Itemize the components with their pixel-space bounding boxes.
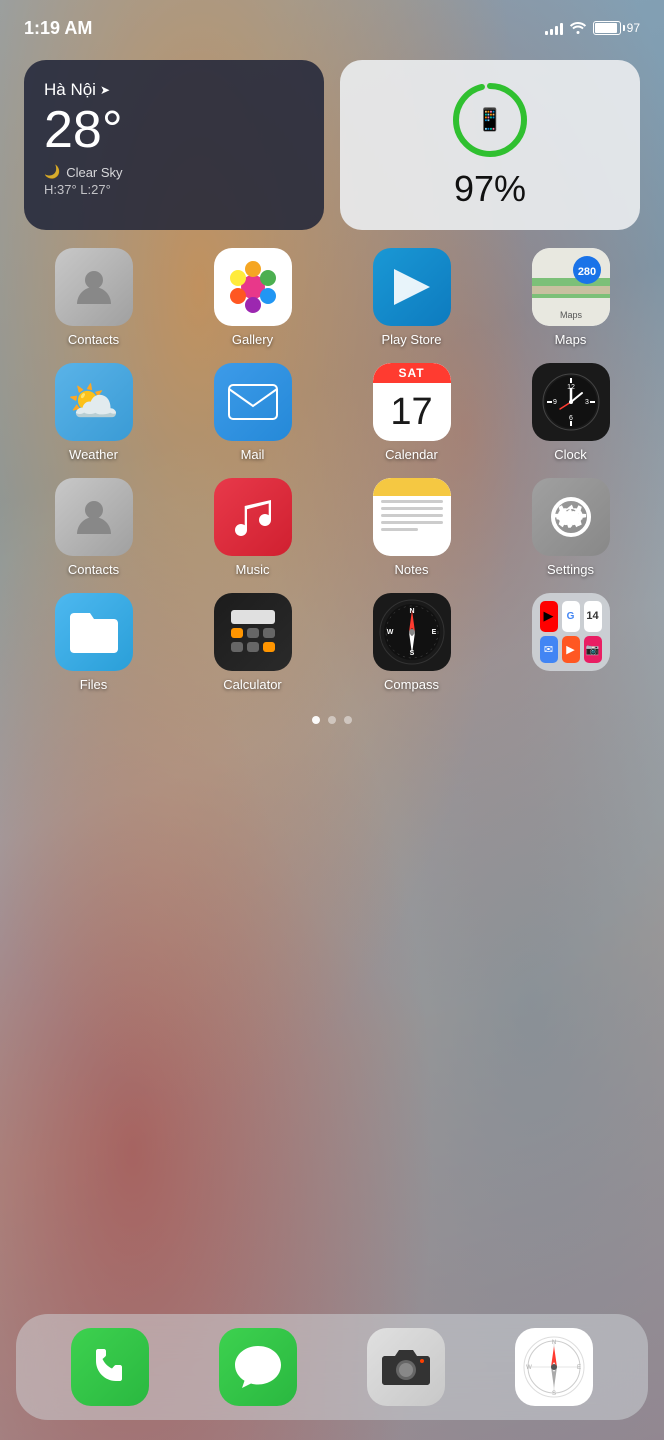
battery-percentage: 97% (454, 168, 526, 210)
playstore-label: Play Store (382, 332, 442, 347)
weather-city: Hà Nội ➤ (44, 80, 304, 100)
wifi-icon (569, 20, 587, 37)
compass-label: Compass (384, 677, 439, 692)
dock: N S E W (16, 1314, 648, 1420)
status-time: 1:19 AM (24, 18, 92, 39)
status-icons: 97 (545, 20, 640, 37)
weather-icon: ⛅ (55, 363, 133, 441)
app-google-folder[interactable]: ▶ G 14 ✉ ▶ 📷 (491, 593, 650, 692)
svg-text:N: N (552, 1340, 556, 1346)
notes-label: Notes (395, 562, 429, 577)
svg-text:280: 280 (577, 266, 595, 278)
app-mail[interactable]: Mail (173, 363, 332, 462)
home-screen: 1:19 AM 97 (0, 0, 664, 1440)
battery-text: 97 (627, 21, 640, 35)
app-calculator[interactable]: Calculator (173, 593, 332, 692)
moon-icon: 🌙 (44, 164, 60, 180)
maps-label: Maps (555, 332, 587, 347)
app-notes[interactable]: Notes (332, 478, 491, 577)
music-label: Music (236, 562, 270, 577)
phone-outline-icon: 📱 (476, 107, 503, 133)
app-contacts[interactable]: Contacts (14, 248, 173, 347)
app-compass[interactable]: N S E W Compass (332, 593, 491, 692)
calculator-icon (214, 593, 292, 671)
svg-text:W: W (386, 629, 393, 636)
gallery-label: Gallery (232, 332, 273, 347)
app-settings[interactable]: Settings (491, 478, 650, 577)
contacts-label: Contacts (68, 332, 119, 347)
weather-label: Weather (69, 447, 118, 462)
app-maps[interactable]: 280 Maps Maps (491, 248, 650, 347)
svg-text:E: E (577, 1365, 581, 1371)
battery-widget[interactable]: 📱 97% (340, 60, 640, 230)
clock-icon: 12 3 6 9 (532, 363, 610, 441)
dock-camera[interactable] (367, 1328, 445, 1406)
dock-phone[interactable] (71, 1328, 149, 1406)
app-contacts2[interactable]: Contacts (14, 478, 173, 577)
svg-text:3: 3 (585, 399, 589, 406)
apps-grid: Contacts Gallery (14, 248, 650, 692)
app-files[interactable]: Files (14, 593, 173, 692)
svg-text:W: W (526, 1365, 532, 1371)
page-dots (0, 692, 664, 740)
maps-icon: 280 Maps (532, 248, 610, 326)
apps-area: Contacts Gallery (0, 238, 664, 692)
signal-icon (545, 21, 563, 35)
app-calendar[interactable]: SAT 17 Calendar (332, 363, 491, 462)
calendar-icon: SAT 17 (373, 363, 451, 441)
mail-label: Mail (241, 447, 265, 462)
app-gallery[interactable]: Gallery (173, 248, 332, 347)
weather-hl: H:37° L:27° (44, 182, 304, 197)
music-icon (214, 478, 292, 556)
safari-icon: N S E W (515, 1328, 593, 1406)
app-clock[interactable]: 12 3 6 9 Clock (491, 363, 650, 462)
page-dot-3[interactable] (344, 716, 352, 724)
location-arrow-icon: ➤ (100, 83, 110, 97)
weather-condition: 🌙 Clear Sky (44, 164, 304, 180)
camera-icon (367, 1328, 445, 1406)
dock-safari[interactable]: N S E W (515, 1328, 593, 1406)
contacts2-icon (55, 478, 133, 556)
battery-ring: 📱 (450, 80, 530, 160)
playstore-icon (373, 248, 451, 326)
dock-messages[interactable] (219, 1328, 297, 1406)
svg-text:9: 9 (553, 399, 557, 406)
svg-text:S: S (552, 1391, 556, 1397)
folder-icon: ▶ G 14 ✉ ▶ 📷 (532, 593, 610, 671)
phone-icon (71, 1328, 149, 1406)
notes-icon (373, 478, 451, 556)
contacts2-label: Contacts (68, 562, 119, 577)
messages-icon (219, 1328, 297, 1406)
weather-temp: 28° (44, 104, 304, 156)
calculator-label: Calculator (223, 677, 282, 692)
compass-icon: N S E W (373, 593, 451, 671)
files-label: Files (80, 677, 107, 692)
svg-text:6: 6 (569, 415, 573, 422)
gallery-icon (214, 248, 292, 326)
page-dot-1[interactable] (312, 716, 320, 724)
settings-label: Settings (547, 562, 594, 577)
page-dot-2[interactable] (328, 716, 336, 724)
calendar-day: SAT (373, 363, 451, 383)
calendar-date: 17 (373, 383, 451, 441)
svg-text:E: E (431, 629, 436, 636)
files-icon (55, 593, 133, 671)
weather-widget[interactable]: Hà Nội ➤ 28° 🌙 Clear Sky H:37° L:27° (24, 60, 324, 230)
battery-icon: 97 (593, 21, 640, 35)
mail-icon (214, 363, 292, 441)
status-bar: 1:19 AM 97 (0, 0, 664, 44)
widgets-row: Hà Nội ➤ 28° 🌙 Clear Sky H:37° L:27° (0, 44, 664, 238)
clock-label: Clock (554, 447, 587, 462)
app-music[interactable]: Music (173, 478, 332, 577)
contacts-icon (55, 248, 133, 326)
settings-icon (532, 478, 610, 556)
svg-text:Maps: Maps (559, 310, 582, 320)
calendar-label: Calendar (385, 447, 438, 462)
app-playstore[interactable]: Play Store (332, 248, 491, 347)
app-weather[interactable]: ⛅ Weather (14, 363, 173, 462)
